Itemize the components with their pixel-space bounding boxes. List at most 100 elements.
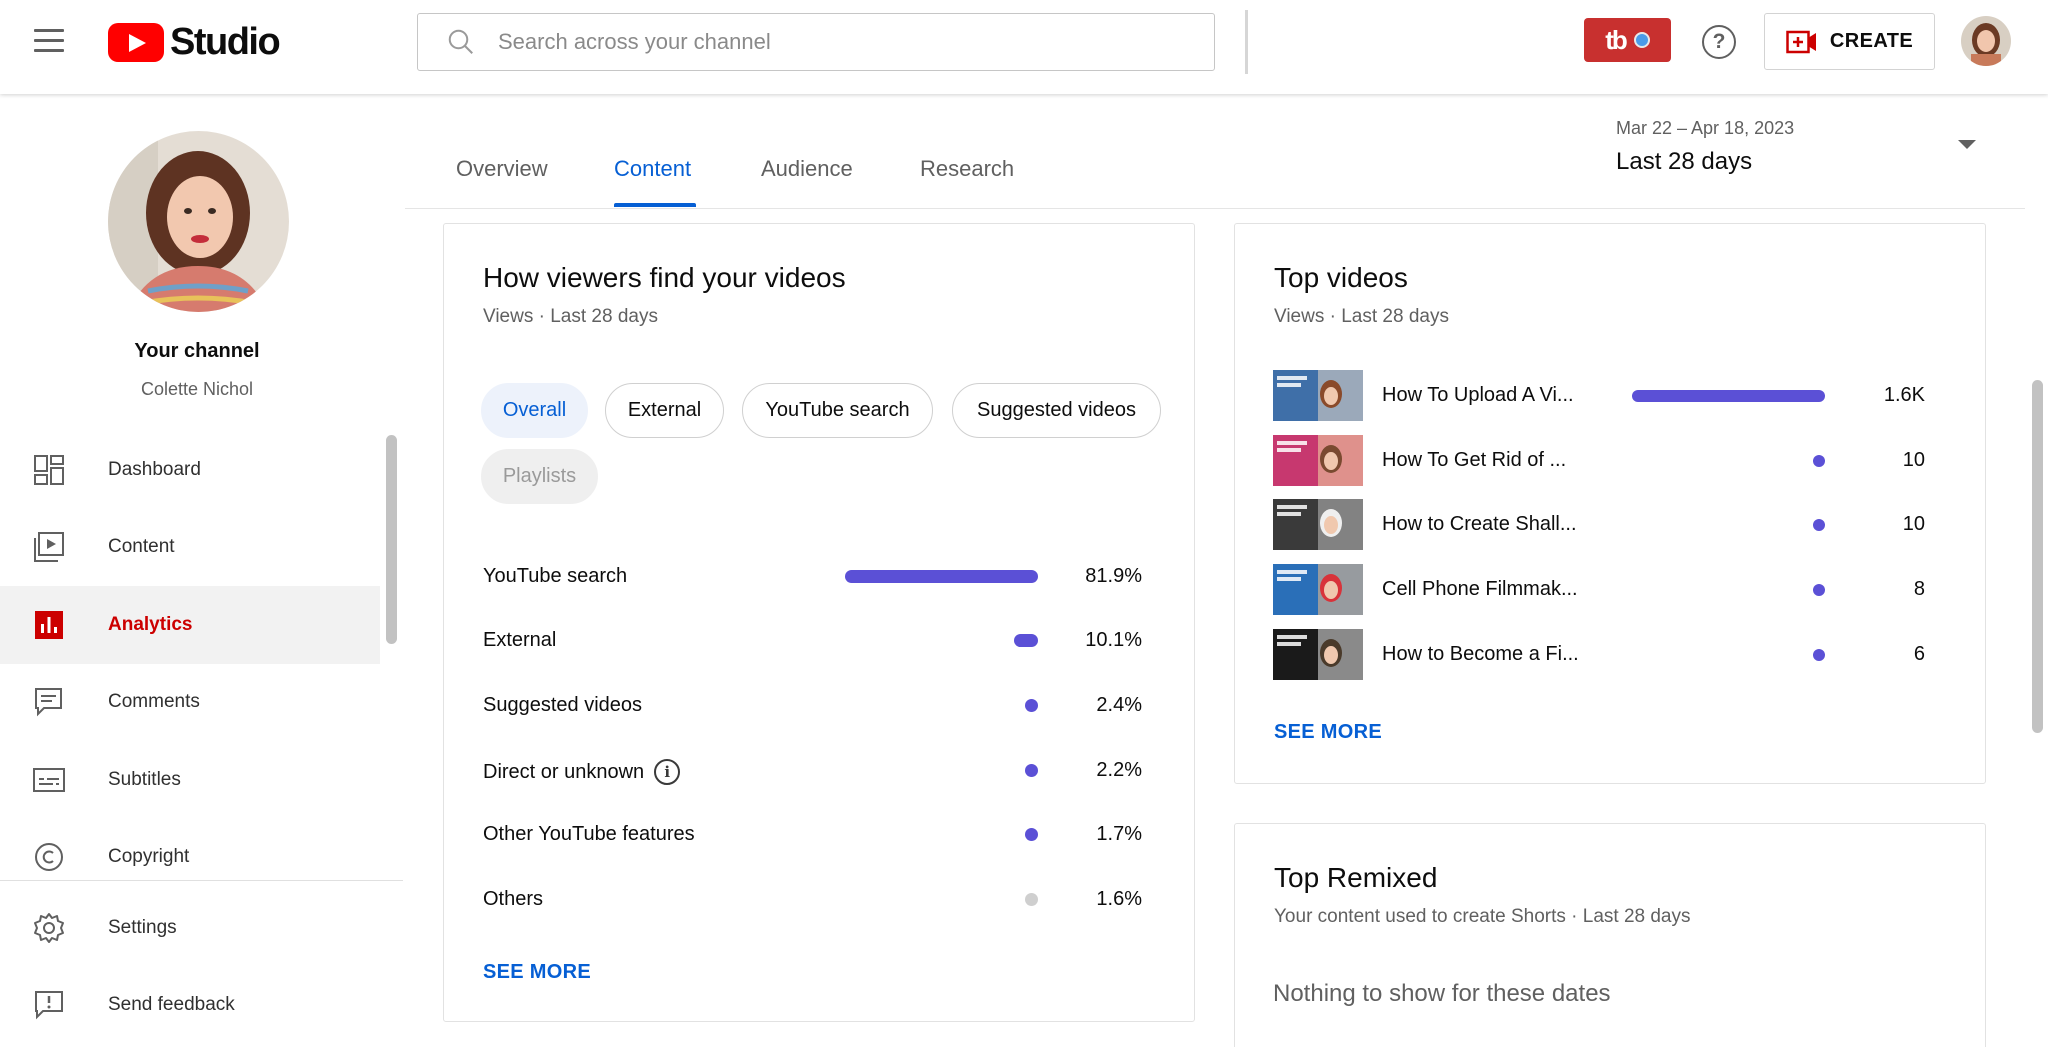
video-views-value: 1.6K [1883, 384, 1925, 406]
chip-overall[interactable]: Overall [481, 383, 588, 438]
tab-research[interactable]: Research [920, 156, 1014, 182]
sidebar-item-label: Subtitles [108, 768, 181, 790]
tab-audience[interactable]: Audience [761, 156, 853, 182]
feedback-icon [33, 989, 65, 1021]
date-range-selector[interactable]: Mar 22 – Apr 18, 2023 Last 28 days [1616, 118, 1976, 188]
sidebar-item-label: Comments [108, 691, 200, 713]
traffic-source-name: Direct or unknown [483, 760, 645, 783]
sidebar-item-subtitles[interactable]: Subtitles [0, 741, 380, 819]
create-button[interactable]: CREATE [1764, 13, 1935, 70]
date-range-label: Last 28 days [1616, 148, 1753, 175]
tab-content[interactable]: Content [614, 156, 691, 182]
logo-text: Studio [170, 20, 281, 63]
tubebuddy-logo: tb [1605, 24, 1628, 55]
channel-name: Colette Nichol [140, 379, 254, 399]
sidebar-item-label: Dashboard [108, 458, 201, 480]
traffic-source-value: 1.6% [1096, 888, 1142, 910]
top-video-row[interactable]: How To Get Rid of ... 10 [1273, 435, 1933, 487]
dashboard-icon [33, 454, 65, 486]
traffic-source-value: 81.9% [1085, 565, 1142, 587]
video-views-value: 10 [1902, 449, 1925, 471]
traffic-source-label: Direct or unknown i [483, 759, 681, 785]
video-thumbnail[interactable] [1273, 499, 1363, 550]
card-title: Top videos [1274, 262, 1408, 293]
chip-suggested-videos[interactable]: Suggested videos [952, 383, 1161, 438]
traffic-source-value: 1.7% [1096, 823, 1142, 845]
top-remixed-card: Top Remixed Your content used to create … [1234, 823, 1986, 1047]
traffic-source-label: YouTube search [483, 565, 627, 588]
tubebuddy-button[interactable]: tb [1584, 18, 1671, 62]
video-title[interactable]: How To Upload A Vi... [1382, 384, 1574, 407]
sidebar-item-label: Analytics [108, 613, 193, 635]
sidebar-item-settings[interactable]: Settings [0, 889, 380, 967]
search-icon [448, 29, 473, 54]
top-bar: Studio tb ? CREATE [0, 0, 2048, 94]
help-icon[interactable]: ? [1702, 25, 1736, 59]
chip-playlists[interactable]: Playlists [481, 449, 598, 504]
header-divider [1245, 10, 1248, 74]
video-title[interactable]: Cell Phone Filmmak... [1382, 578, 1578, 601]
video-thumbnail[interactable] [1273, 435, 1363, 486]
video-title[interactable]: How to Create Shall... [1382, 513, 1577, 536]
top-video-row[interactable]: How to Create Shall... 10 [1273, 499, 1933, 551]
traffic-source-row: Suggested videos 2.4% [444, 686, 1194, 726]
card-subtitle: Your content used to create Shorts · Las… [1274, 906, 1691, 927]
sidebar-item-label: Send feedback [108, 994, 235, 1016]
traffic-source-label: Suggested videos [483, 694, 642, 717]
tab-overview[interactable]: Overview [456, 156, 548, 182]
chip-youtube-search[interactable]: YouTube search [742, 383, 933, 438]
video-title[interactable]: How To Get Rid of ... [1382, 449, 1566, 472]
sidebar-item-label: Settings [108, 916, 177, 938]
sidebar: Your channel Colette Nichol Dashboard Co… [0, 94, 403, 1047]
traffic-source-bar [1025, 764, 1038, 777]
search-box[interactable] [417, 13, 1215, 71]
video-views-bar [1813, 584, 1825, 596]
top-videos-card: Top videos Views · Last 28 days How To U… [1234, 223, 1986, 784]
sidebar-item-analytics[interactable]: Analytics [0, 586, 380, 664]
traffic-source-name: External [483, 629, 557, 651]
see-more-videos-link[interactable]: SEE MORE [1274, 721, 1382, 744]
traffic-sources-card: How viewers find your videos Views · Las… [443, 223, 1195, 1022]
create-label: CREATE [1829, 30, 1914, 52]
tubebuddy-status-dot [1633, 32, 1650, 48]
chip-external[interactable]: External [605, 383, 724, 438]
settings-icon [33, 912, 65, 944]
sidebar-item-comments[interactable]: Comments [0, 664, 380, 742]
subtitles-icon [33, 764, 65, 796]
video-views-bar [1632, 390, 1825, 402]
traffic-source-label: Others [483, 888, 543, 911]
channel-avatar[interactable] [108, 131, 289, 312]
top-video-row[interactable]: How To Upload A Vi... 1.6K [1273, 370, 1933, 422]
video-title[interactable]: How to Become a Fi... [1382, 643, 1579, 666]
card-subtitle: Views · Last 28 days [483, 306, 658, 327]
active-tab-indicator [614, 203, 696, 207]
top-video-row[interactable]: How to Become a Fi... 6 [1273, 629, 1933, 681]
sidebar-scrollbar[interactable] [386, 435, 397, 644]
traffic-source-name: Other YouTube features [483, 823, 695, 845]
traffic-source-label: Other YouTube features [483, 823, 695, 846]
sidebar-item-send-feedback[interactable]: Send feedback [0, 967, 380, 1045]
video-thumbnail[interactable] [1273, 370, 1363, 421]
comments-icon [33, 686, 65, 718]
search-input[interactable] [498, 29, 1138, 55]
sidebar-item-copyright[interactable]: Copyright [0, 819, 380, 897]
traffic-source-bar [1025, 828, 1038, 841]
studio-logo[interactable]: Studio [108, 20, 281, 63]
content-icon [33, 531, 65, 563]
traffic-source-value: 2.4% [1096, 694, 1142, 716]
see-more-traffic-link[interactable]: SEE MORE [483, 961, 591, 984]
traffic-source-bar [1014, 634, 1038, 647]
top-video-row[interactable]: Cell Phone Filmmak... 8 [1273, 564, 1933, 616]
sidebar-item-dashboard[interactable]: Dashboard [0, 431, 380, 509]
video-views-value: 8 [1913, 578, 1925, 600]
video-thumbnail[interactable] [1273, 564, 1363, 615]
main-scrollbar[interactable] [2032, 380, 2043, 733]
video-thumbnail[interactable] [1273, 629, 1363, 680]
sidebar-item-content[interactable]: Content [0, 509, 380, 587]
traffic-source-bar [1025, 699, 1038, 712]
sidebar-divider [0, 880, 403, 881]
menu-icon[interactable] [34, 29, 64, 53]
sidebar-item-label: Copyright [108, 846, 190, 868]
info-icon[interactable]: i [654, 759, 681, 785]
account-avatar[interactable] [1961, 16, 2011, 66]
